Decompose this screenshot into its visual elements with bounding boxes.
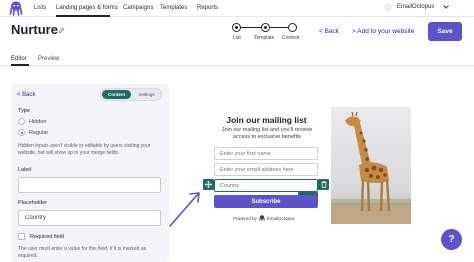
placeholder-field-label: Placeholder	[18, 200, 48, 206]
country-field[interactable]	[214, 179, 318, 192]
field-editor-panel: < Back Content Settings Type Hidden Regu…	[11, 84, 169, 262]
back-link[interactable]: < Back	[319, 28, 339, 35]
required-checkbox-row[interactable]: Required field	[18, 233, 64, 240]
powered-by-text: Powered by	[233, 215, 257, 221]
step-content-dot	[288, 23, 297, 32]
progress-stepper: List Template Content	[232, 23, 300, 45]
top-nav: Lists Landing pages & forms Campaigns Te…	[0, 0, 474, 17]
email-field[interactable]	[214, 163, 318, 176]
type-label: Type	[18, 108, 30, 114]
radio-regular-circle[interactable]	[18, 129, 25, 136]
editor-tabs: Editor Preview	[0, 52, 474, 66]
form-subtitle: Join our mailing list and you'll receive…	[221, 127, 313, 140]
page-title: Nurture	[11, 22, 58, 37]
step-list-dot	[232, 23, 241, 32]
chevron-down-icon	[443, 5, 450, 9]
radio-hidden-circle[interactable]	[18, 118, 25, 125]
label-field-label: Label	[18, 167, 32, 173]
nav-item-reports[interactable]: Reports	[197, 5, 218, 11]
required-checkbox[interactable]	[18, 233, 25, 240]
trash-icon	[321, 181, 326, 188]
octopus-logo-icon	[259, 215, 265, 221]
account-name: EmailOctopus	[397, 4, 435, 10]
step-list-label: List	[233, 35, 241, 41]
add-to-website-link[interactable]: > Add to your website	[352, 28, 414, 35]
hidden-help-text: Hidden inputs aren't visible or editable…	[18, 143, 151, 156]
tab-active-indicator	[11, 64, 29, 66]
drag-handle[interactable]	[203, 179, 214, 190]
required-label: Required field	[30, 233, 64, 240]
segment-settings[interactable]: Settings	[132, 90, 161, 99]
giraffe-photo	[331, 107, 411, 224]
radio-regular-label: Regular	[29, 129, 49, 136]
account-menu[interactable]: EmailOctopus	[384, 3, 450, 11]
powered-by-brand: EmailOctopus	[266, 215, 295, 221]
subscribe-button[interactable]: Subscribe	[214, 195, 318, 208]
step-content-label: Content	[282, 35, 300, 41]
help-button[interactable]: ?	[441, 229, 462, 250]
step-template-label: Template	[254, 35, 275, 41]
content-settings-toggle: Content Settings	[100, 88, 162, 101]
octopus-logo-icon[interactable]	[9, 1, 23, 16]
nav-item-campaigns[interactable]: Campaigns	[123, 5, 153, 11]
segment-content[interactable]: Content	[102, 90, 131, 99]
step-template-dot	[261, 23, 270, 32]
save-button[interactable]: Save	[428, 22, 462, 41]
label-input[interactable]	[18, 177, 161, 193]
powered-by-badge[interactable]: Powered by EmailOctopus	[233, 215, 295, 221]
nav-item-landing-pages[interactable]: Landing pages & forms	[56, 5, 118, 11]
radio-hidden-label: Hidden	[29, 118, 47, 125]
delete-field-button[interactable]	[318, 179, 329, 190]
pencil-icon[interactable]	[58, 27, 65, 34]
first-name-field[interactable]	[214, 147, 318, 160]
required-help-text: The user must enter a value for this fie…	[18, 246, 147, 259]
panel-back-link[interactable]: < Back	[17, 92, 36, 98]
tab-preview[interactable]: Preview	[38, 56, 59, 62]
move-icon	[205, 181, 212, 188]
tab-editor[interactable]: Editor	[11, 56, 27, 62]
placeholder-input[interactable]	[18, 210, 161, 226]
form-title: Join our mailing list	[226, 115, 307, 125]
nav-item-lists[interactable]: Lists	[34, 5, 46, 11]
radio-hidden[interactable]: Hidden	[18, 118, 46, 125]
nav-active-indicator	[56, 15, 110, 17]
radio-regular[interactable]: Regular	[18, 129, 48, 136]
avatar	[384, 3, 392, 11]
nav-item-templates[interactable]: Templates	[160, 5, 187, 11]
